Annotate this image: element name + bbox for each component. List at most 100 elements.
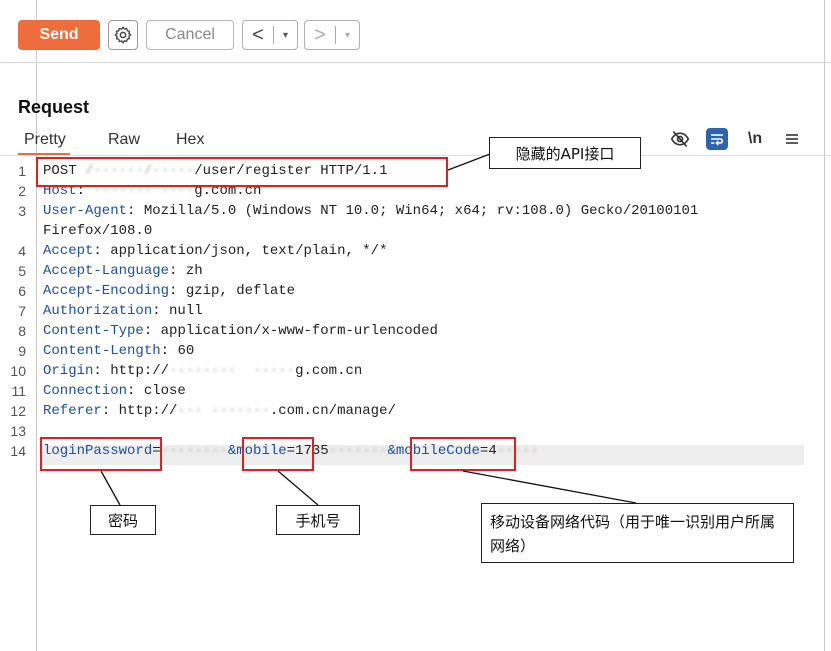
line-number: 11 xyxy=(11,383,26,399)
redacted-text: ······· xyxy=(328,443,388,459)
separator: : xyxy=(152,303,170,319)
code-line[interactable]: 7 Authorization: null xyxy=(0,301,831,321)
redacted-text: ··· ······· xyxy=(177,403,270,419)
callout-password: 密码 xyxy=(90,505,156,535)
header-key: User-Agent xyxy=(43,203,128,219)
separator: : xyxy=(169,263,186,279)
code-line[interactable]: 5 Accept-Language: zh xyxy=(0,261,831,281)
callout-mobile: 手机号 xyxy=(276,505,360,535)
line-content: Content-Type: application/x-www-form-url… xyxy=(43,321,438,341)
line-content: Referer: http://··· ·······.com.cn/manag… xyxy=(43,401,396,421)
code-line[interactable]: 10 Origin: http://········ ·····g.com.cn xyxy=(0,361,831,381)
separator: : xyxy=(160,343,178,359)
separator: : xyxy=(143,323,161,339)
header-key: Content-Length xyxy=(43,343,161,359)
newline-icon[interactable]: \n xyxy=(744,128,766,150)
menu-icon[interactable] xyxy=(781,128,803,150)
code-line[interactable]: 4 Accept: application/json, text/plain, *… xyxy=(0,241,831,261)
code-line[interactable]: 11 Connection: close xyxy=(0,381,831,401)
gear-icon xyxy=(114,26,132,44)
line-number: 10 xyxy=(10,363,26,379)
line-number: 12 xyxy=(10,403,26,419)
section-title: Request xyxy=(18,97,90,117)
header-key: Connection xyxy=(43,383,128,399)
header-key: Accept xyxy=(43,243,94,259)
callout-mobile-code: 移动设备网络代码（用于唯一识别用户所属网络） xyxy=(481,503,794,563)
separator: : xyxy=(93,363,111,379)
separator: : xyxy=(93,243,111,259)
api-highlight-box xyxy=(36,157,448,187)
code-line[interactable]: Firefox/108.0 xyxy=(0,221,831,241)
tab-raw[interactable]: Raw xyxy=(108,131,140,149)
line-number: 14 xyxy=(10,443,26,459)
header-value: 60 xyxy=(177,343,195,359)
header-value: .com.cn/manage/ xyxy=(269,403,396,419)
code-line[interactable]: 8 Content-Type: application/x-www-form-ur… xyxy=(0,321,831,341)
line-number: 7 xyxy=(18,303,26,319)
code-line[interactable]: 3 User-Agent: Mozilla/5.0 (Windows NT 10.… xyxy=(0,201,831,221)
chevron-down-icon[interactable]: ▾ xyxy=(336,30,359,41)
toolbar-divider xyxy=(0,62,831,63)
chevron-down-icon[interactable]: ▾ xyxy=(274,30,297,41)
password-highlight-box xyxy=(40,437,162,471)
header-value: gzip, deflate xyxy=(185,283,296,299)
code-line[interactable]: 12 Referer: http://··· ·······.com.cn/man… xyxy=(0,401,831,421)
redacted-text: ········ xyxy=(160,443,228,459)
tabs-divider xyxy=(0,155,831,156)
line-number: 6 xyxy=(18,283,26,299)
settings-button[interactable] xyxy=(108,20,138,50)
header-value: http:// xyxy=(110,363,170,379)
separator: : xyxy=(127,203,144,219)
line-content: Connection: close xyxy=(43,381,186,401)
line-number: 9 xyxy=(18,343,26,359)
line-content: Accept-Language: zh xyxy=(43,261,203,281)
header-value: application/json, text/plain, */* xyxy=(110,243,388,259)
mobile-code-highlight-box xyxy=(410,437,516,471)
header-key: Accept-Encoding xyxy=(43,283,170,299)
line-content: User-Agent: Mozilla/5.0 (Windows NT 10.0… xyxy=(43,201,698,221)
separator: : xyxy=(101,403,119,419)
line-number: 2 xyxy=(18,183,26,199)
header-value: http:// xyxy=(118,403,178,419)
line-content: Authorization: null xyxy=(43,301,203,321)
header-key: Referer xyxy=(43,403,102,419)
header-value: null xyxy=(169,303,203,319)
line-number: 4 xyxy=(18,243,26,259)
line-content: Accept: application/json, text/plain, */… xyxy=(43,241,387,261)
send-button[interactable]: Send xyxy=(18,20,100,50)
separator: : xyxy=(127,383,144,399)
tab-hex[interactable]: Hex xyxy=(176,131,204,149)
header-value: Mozilla/5.0 (Windows NT 10.0; Win64; x64… xyxy=(143,203,699,219)
header-value: application/x-www-form-urlencoded xyxy=(160,323,438,339)
eye-slash-icon[interactable] xyxy=(669,128,691,150)
line-number: 1 xyxy=(18,163,26,179)
cancel-button[interactable]: Cancel xyxy=(146,20,234,50)
header-value: Firefox/108.0 xyxy=(43,223,153,239)
line-number: 13 xyxy=(10,423,26,439)
back-button[interactable]: < ▾ xyxy=(242,20,298,50)
code-line[interactable]: 9 Content-Length: 60 xyxy=(0,341,831,361)
mobile-highlight-box xyxy=(242,437,314,471)
line-number: 5 xyxy=(18,263,26,279)
toolbar: Send Cancel < ▾ > ▾ xyxy=(0,0,831,62)
chevron-right-icon: > xyxy=(314,23,326,46)
tab-pretty[interactable]: Pretty xyxy=(24,131,66,149)
separator: : xyxy=(169,283,186,299)
line-number: 3 xyxy=(18,203,26,219)
line-content: Firefox/108.0 xyxy=(43,221,152,241)
line-content: Content-Length: 60 xyxy=(43,341,194,361)
chevron-left-icon: < xyxy=(252,23,264,46)
header-key: Content-Type xyxy=(43,323,144,339)
forward-button[interactable]: > ▾ xyxy=(304,20,360,50)
line-content: Origin: http://········ ·····g.com.cn xyxy=(43,361,362,381)
line-content: Accept-Encoding: gzip, deflate xyxy=(43,281,295,301)
header-value: close xyxy=(143,383,186,399)
header-key: Authorization xyxy=(43,303,153,319)
header-key: Origin xyxy=(43,363,94,379)
line-number: 8 xyxy=(18,323,26,339)
header-value: g.com.cn xyxy=(295,363,363,379)
header-value: zh xyxy=(185,263,203,279)
wrap-lines-icon[interactable] xyxy=(706,128,728,150)
code-line[interactable]: 6 Accept-Encoding: gzip, deflate xyxy=(0,281,831,301)
callout-hidden-api: 隐藏的API接口 xyxy=(489,137,641,169)
